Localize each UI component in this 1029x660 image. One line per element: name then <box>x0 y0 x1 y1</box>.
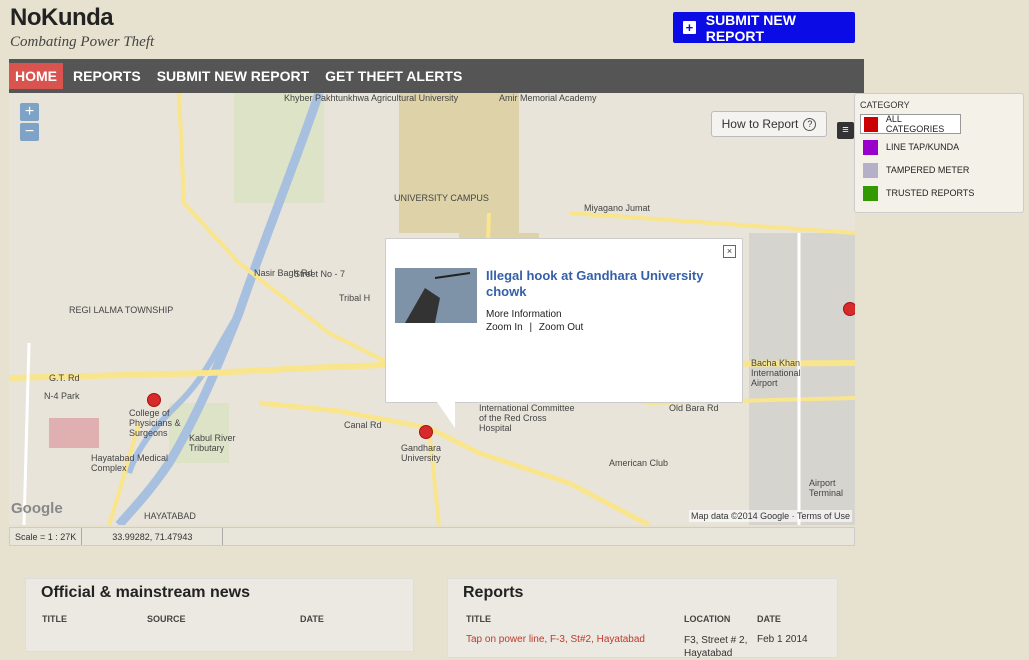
scale-text: Scale = 1 : 27K <box>10 528 83 545</box>
report-row-date: Feb 1 2014 <box>757 634 808 645</box>
news-panel: Official & mainstream news TITLE SOURCE … <box>25 578 414 652</box>
report-marker[interactable] <box>419 425 433 439</box>
category-label: TAMPERED METER <box>886 165 970 175</box>
map-label: Airport Terminal <box>809 478 844 498</box>
map-label: Kabul River Tributary <box>189 433 236 453</box>
hospital-area <box>49 418 99 448</box>
popup-zoom-in-link[interactable]: Zoom In <box>486 322 523 333</box>
reports-col-title: TITLE <box>466 614 491 624</box>
map-label: REGI LALMA TOWNSHIP <box>69 305 174 315</box>
category-trusted[interactable]: TRUSTED REPORTS <box>860 183 1018 203</box>
urban-area <box>399 93 519 233</box>
map-label: Street No - 7 <box>294 269 346 279</box>
submit-report-label: SUBMIT NEW REPORT <box>705 11 796 44</box>
popup-title[interactable]: Illegal hook at Gandhara University chow… <box>486 268 726 300</box>
site-tagline: Combating Power Theft <box>10 34 155 50</box>
report-popup: × Illegal hook at Gandhara University ch… <box>385 238 743 403</box>
category-label: ALL CATEGORIES <box>885 114 945 134</box>
category-all[interactable]: ALL CATEGORIES <box>860 114 961 134</box>
popup-zoom-links: Zoom In | Zoom Out <box>486 322 583 333</box>
reports-panel: Reports TITLE LOCATION DATE Tap on power… <box>447 578 838 659</box>
map-status-bar: Scale = 1 : 27K 33.99282, 71.47943 <box>9 527 855 546</box>
swatch-icon <box>863 185 878 201</box>
category-heading: CATEGORY <box>860 100 910 110</box>
site-title[interactable]: NoKunda <box>10 4 114 32</box>
main-nav: HOME REPORTS SUBMIT NEW REPORT GET THEFT… <box>9 59 864 93</box>
map-label: International Committee of the Red Cross… <box>479 403 575 433</box>
map-label: Gandhara University <box>401 443 442 463</box>
popup-tail <box>437 402 455 428</box>
map-label: Tribal H <box>339 293 371 303</box>
zoom-in-button[interactable]: + <box>20 103 39 121</box>
plus-icon: + <box>683 21 696 34</box>
map-label: American Club <box>609 458 669 468</box>
reports-col-date: DATE <box>757 614 781 624</box>
category-label: TRUSTED REPORTS <box>886 188 975 198</box>
report-marker[interactable] <box>843 302 855 316</box>
how-to-report-button[interactable]: How to Report ? <box>711 111 827 137</box>
close-icon[interactable]: × <box>723 245 736 258</box>
map-label: UNIVERSITY CAMPUS <box>394 193 489 203</box>
map-label: HAYATABAD <box>144 511 196 521</box>
map-label: N-4 Park <box>44 391 80 401</box>
how-to-report-label: How to Report <box>721 117 799 131</box>
google-logo: Google <box>11 500 63 517</box>
map-label: Old Bara Rd <box>669 403 719 413</box>
category-filter: CATEGORY ALL CATEGORIES LINE TAP/KUNDA T… <box>854 93 1024 213</box>
map-label: Miyagano Jumat <box>584 203 651 213</box>
separator: | <box>529 322 533 333</box>
news-col-source: SOURCE <box>147 614 186 624</box>
report-row-location: F3, Street # 2, Hayatabad <box>684 635 748 659</box>
swatch-icon <box>864 116 878 132</box>
category-line-tap[interactable]: LINE TAP/KUNDA <box>860 137 1018 157</box>
popup-zoom-out-link[interactable]: Zoom Out <box>539 322 583 333</box>
more-information-link[interactable]: More Information <box>486 309 562 320</box>
report-marker[interactable] <box>147 393 161 407</box>
help-icon: ? <box>803 117 817 131</box>
category-tampered-meter[interactable]: TAMPERED METER <box>860 160 1018 180</box>
map-label: G.T. Rd <box>49 373 80 383</box>
layers-icon[interactable]: ≡ <box>837 122 854 139</box>
map-copyright[interactable]: Map data ©2014 Google · Terms of Use <box>688 510 852 522</box>
swatch-icon <box>863 162 878 178</box>
news-col-date: DATE <box>300 614 324 624</box>
map-label: Hayatabad Medical Complex <box>91 453 169 473</box>
zoom-out-button[interactable]: − <box>20 123 39 141</box>
nav-item-submit-report[interactable]: SUBMIT NEW REPORT <box>151 63 315 89</box>
nav-item-home[interactable]: HOME <box>9 63 63 89</box>
report-row-title[interactable]: Tap on power line, F-3, St#2, Hayatabad <box>466 634 645 645</box>
news-title: Official & mainstream news <box>41 584 250 601</box>
map-label: Bacha Khan International Airport <box>751 358 801 388</box>
map-label: Amir Memorial Academy <box>499 93 597 103</box>
coords-text: 33.99282, 71.47943 <box>82 528 224 545</box>
submit-report-button[interactable]: + SUBMIT NEW REPORT <box>673 11 855 44</box>
reports-col-location: LOCATION <box>684 614 731 624</box>
swatch-icon <box>863 139 878 155</box>
nav-item-reports[interactable]: REPORTS <box>67 63 147 89</box>
zoom-control: + − <box>20 103 39 143</box>
map-label: Khyber Pakhtunkhwa Agricultural Universi… <box>284 93 459 103</box>
news-col-title: TITLE <box>42 614 67 624</box>
map-label: Canal Rd <box>344 420 382 430</box>
reports-title: Reports <box>463 584 524 601</box>
nav-item-theft-alerts[interactable]: GET THEFT ALERTS <box>319 63 468 89</box>
category-label: LINE TAP/KUNDA <box>886 142 960 152</box>
report-thumbnail <box>395 268 477 323</box>
